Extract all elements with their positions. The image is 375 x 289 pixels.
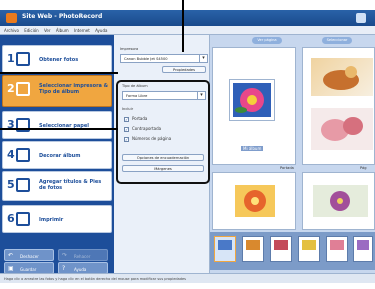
pink-flower-image bbox=[321, 117, 363, 141]
step-number: 2 bbox=[7, 82, 15, 95]
step-number: 1 bbox=[7, 52, 15, 65]
properties-button[interactable]: Propiedades bbox=[162, 66, 206, 73]
decorate-icon bbox=[16, 148, 30, 162]
thumbnail-item[interactable] bbox=[298, 236, 320, 262]
thumb-photo bbox=[302, 240, 316, 250]
thumbnail-item[interactable] bbox=[353, 236, 373, 262]
menu-archivo[interactable]: Archivo bbox=[4, 28, 19, 33]
thumbnail-strip bbox=[210, 232, 375, 270]
step-add-titles[interactable]: 5 Agregar títulos & Pies de fotos bbox=[2, 171, 112, 201]
step-select-printer[interactable]: 2 Seleccionar impresora & Tipo de álbum bbox=[2, 75, 112, 107]
menu-ver[interactable]: Ver bbox=[44, 28, 51, 33]
cover-caption: Portada bbox=[280, 166, 294, 170]
minimize-button[interactable] bbox=[356, 13, 366, 23]
menu-album[interactable]: Álbum bbox=[56, 28, 69, 33]
photo-add-icon bbox=[16, 52, 30, 66]
undo-icon: ↶ bbox=[8, 252, 14, 259]
step-label: Imprimir bbox=[39, 217, 64, 223]
callout-line-top bbox=[182, 0, 184, 52]
flower-image bbox=[235, 88, 264, 113]
redo-label: Rehacer bbox=[74, 254, 91, 259]
printer-value: Canon Bubble Jet S4500 bbox=[124, 57, 168, 61]
printer-label: Impresora bbox=[120, 47, 139, 51]
thumb-photo bbox=[246, 240, 260, 250]
step-decorate[interactable]: 4 Decorar álbum bbox=[2, 141, 112, 169]
food-image bbox=[323, 66, 359, 90]
status-bar: Haga clic o arrastre las fotos y haga cl… bbox=[0, 273, 375, 283]
photo-food[interactable] bbox=[311, 58, 373, 96]
page-4[interactable] bbox=[302, 172, 375, 230]
step-label: Obtener fotos bbox=[39, 57, 79, 63]
print-icon bbox=[16, 212, 30, 226]
help-icon: ? bbox=[62, 265, 66, 272]
album-title: Mi álbum bbox=[241, 146, 264, 151]
purple-flower-image bbox=[330, 191, 350, 211]
cover-page[interactable]: Mi álbum bbox=[212, 47, 296, 165]
inside-page[interactable] bbox=[302, 47, 375, 165]
save-label: Guardar bbox=[20, 267, 37, 272]
page-caption: Pág bbox=[360, 166, 367, 170]
chevron-down-icon: ▾ bbox=[199, 55, 207, 62]
menu-internet[interactable]: Internet bbox=[74, 28, 90, 33]
thumb-photo bbox=[357, 240, 369, 250]
callout-line-left-1 bbox=[0, 72, 118, 74]
step-get-photos[interactable]: 1 Obtener fotos bbox=[2, 45, 112, 73]
menu-ayuda[interactable]: Ayuda bbox=[95, 28, 107, 33]
undo-button[interactable]: ↶ Deshacer bbox=[4, 249, 54, 261]
printer-select[interactable]: Canon Bubble Jet S4500 ▾ bbox=[120, 54, 208, 63]
step-label: Agregar títulos & Pies de fotos bbox=[39, 179, 102, 191]
orange-flower-image bbox=[244, 190, 266, 212]
caption-icon bbox=[16, 178, 30, 192]
step-number: 4 bbox=[7, 148, 15, 161]
step-select-paper[interactable]: 3 Seleccionar papel bbox=[2, 111, 112, 139]
thumb-photo bbox=[218, 240, 232, 250]
photo-purple[interactable] bbox=[313, 185, 368, 217]
photo-orange[interactable] bbox=[235, 185, 275, 217]
cover-photo[interactable] bbox=[230, 80, 274, 120]
view-page-button[interactable]: Ver página bbox=[252, 37, 282, 44]
highlight-frame bbox=[116, 80, 210, 184]
printer-album-icon bbox=[16, 82, 30, 96]
thumb-photo bbox=[330, 240, 344, 250]
menu-bar: Archivo Edición Ver Álbum Internet Ayuda bbox=[0, 26, 375, 35]
thumb-photo bbox=[274, 240, 288, 250]
step-number: 6 bbox=[7, 212, 15, 225]
undo-label: Deshacer bbox=[20, 254, 39, 259]
thumbnail-item[interactable] bbox=[214, 236, 236, 262]
thumbnail-item[interactable] bbox=[270, 236, 292, 262]
step-label: Decorar álbum bbox=[39, 153, 81, 159]
thumbnail-item[interactable] bbox=[326, 236, 348, 262]
step-label: Seleccionar impresora & Tipo de álbum bbox=[39, 83, 109, 95]
step-number: 5 bbox=[7, 178, 15, 191]
select-button[interactable]: Seleccionar bbox=[322, 37, 352, 44]
sidebar: 1 Obtener fotos 2 Seleccionar impresora … bbox=[0, 35, 114, 274]
menu-edicion[interactable]: Edición bbox=[24, 28, 38, 33]
photo-flower-pink[interactable] bbox=[311, 108, 373, 150]
callout-line-left-2 bbox=[0, 128, 118, 130]
app-icon bbox=[6, 13, 17, 23]
redo-button[interactable]: ↷ Rehacer bbox=[58, 249, 108, 261]
step-print[interactable]: 6 Imprimir bbox=[2, 205, 112, 233]
window-title: Site Web - PhotoRecord bbox=[22, 13, 103, 20]
redo-icon: ↷ bbox=[62, 252, 68, 259]
save-icon: ▣ bbox=[8, 265, 14, 272]
help-label: Ayuda bbox=[74, 267, 87, 272]
page-3[interactable] bbox=[212, 172, 296, 230]
title-bar: Site Web - PhotoRecord bbox=[0, 10, 375, 26]
thumbnail-item[interactable] bbox=[242, 236, 264, 262]
